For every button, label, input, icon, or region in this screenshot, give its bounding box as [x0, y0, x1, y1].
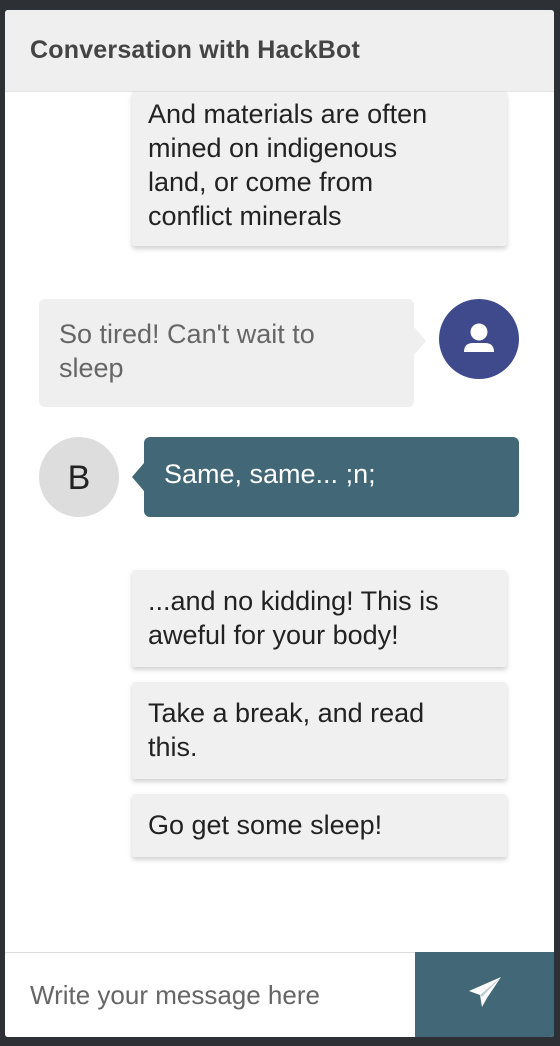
bubble-tail: [414, 327, 426, 355]
user-icon: [464, 323, 494, 352]
bot-message-card: Go get some sleep!: [132, 794, 507, 857]
bot-message-line: ...and no kidding! This is: [148, 586, 439, 616]
bot-message-card: Take a break, and read this.: [132, 682, 507, 779]
message-composer: [5, 952, 554, 1037]
bot-avatar: B: [39, 437, 119, 517]
bot-message-line: And materials are often: [148, 99, 428, 129]
bot-message-line: aweful for your body!: [148, 620, 399, 650]
bot-message-line: conflict minerals: [148, 201, 342, 231]
bot-message-card: And materials are often mined on indigen…: [132, 92, 507, 246]
chat-window: Conversation with HackBot And materials …: [5, 10, 554, 1037]
chat-title: Conversation with HackBot: [30, 36, 361, 64]
bot-message-line: land, or come from: [148, 167, 374, 197]
bot-message-line: mined on indigenous: [148, 133, 398, 163]
paper-plane-icon: [469, 977, 501, 1007]
user-message-line: So tired! Can't wait to: [59, 319, 315, 349]
bot-message-bubble: Same, same... ;n;: [132, 437, 519, 517]
bot-message-card: ...and no kidding! This is aweful for yo…: [132, 570, 507, 667]
bubble-tail: [132, 463, 144, 491]
user-message-line: sleep: [59, 353, 124, 383]
bot-message-line: this.: [148, 732, 198, 762]
message-input[interactable]: [5, 953, 415, 1037]
bot-message-text: Same, same... ;n;: [164, 459, 376, 489]
user-message-bubble: So tired! Can't wait to sleep: [39, 299, 426, 407]
bot-message-line: Take a break, and read: [148, 698, 425, 728]
bot-message-line: Go get some sleep!: [148, 810, 383, 840]
chat-header: Conversation with HackBot: [5, 10, 554, 92]
user-avatar: [439, 299, 519, 379]
send-button[interactable]: [415, 952, 554, 1037]
